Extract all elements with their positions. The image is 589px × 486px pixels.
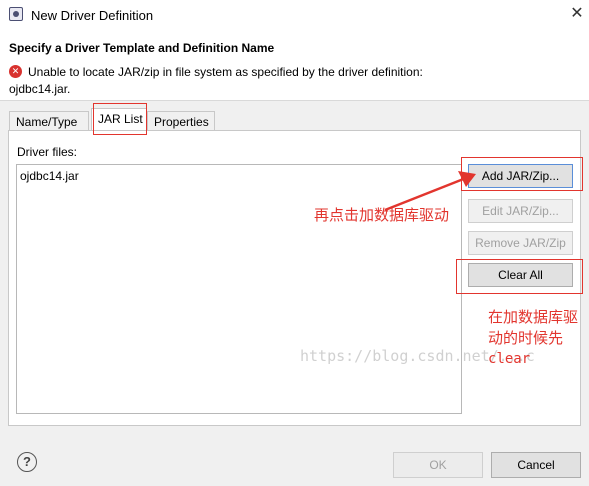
list-item[interactable]: ojdbc14.jar bbox=[20, 169, 79, 183]
error-message-line2: ojdbc14.jar. bbox=[9, 82, 71, 96]
cancel-button[interactable]: Cancel bbox=[491, 452, 581, 478]
dialog-header: Specify a Driver Template and Definition… bbox=[0, 30, 589, 101]
error-message-line1: Unable to locate JAR/zip in file system … bbox=[28, 65, 423, 79]
error-message: Unable to locate JAR/zip in file system … bbox=[9, 64, 468, 96]
ok-button[interactable]: OK bbox=[393, 452, 483, 478]
tab-name-type[interactable]: Name/Type bbox=[9, 111, 89, 131]
edit-jar-button[interactable]: Edit JAR/Zip... bbox=[468, 199, 573, 223]
app-icon bbox=[9, 7, 23, 21]
annotation-clear-note: 在加数据库驱 动的时候先 clear bbox=[488, 307, 578, 370]
driver-files-list[interactable]: ojdbc14.jar bbox=[16, 164, 462, 414]
annotation-box-clear-button bbox=[456, 259, 583, 294]
dialog-footer: ? OK Cancel bbox=[0, 434, 589, 486]
page-heading: Specify a Driver Template and Definition… bbox=[9, 41, 275, 55]
annotation-box-add-button bbox=[461, 157, 583, 191]
close-icon[interactable]: ✕ bbox=[568, 4, 586, 24]
help-icon[interactable]: ? bbox=[17, 452, 37, 472]
title-bar: New Driver Definition ✕ bbox=[0, 0, 589, 30]
annotation-clear-note-line3: clear bbox=[488, 351, 531, 367]
tab-properties[interactable]: Properties bbox=[147, 111, 215, 131]
error-icon: ✕ bbox=[9, 65, 22, 78]
annotation-box-jar-tab bbox=[93, 103, 147, 135]
annotation-add-note: 再点击加数据库驱动 bbox=[314, 206, 450, 224]
driver-files-label: Driver files: bbox=[17, 145, 78, 159]
annotation-clear-note-line1: 在加数据库驱 bbox=[488, 308, 579, 326]
remove-jar-button[interactable]: Remove JAR/Zip bbox=[468, 231, 573, 255]
annotation-clear-note-line2: 动的时候先 bbox=[488, 329, 564, 347]
window-title: New Driver Definition bbox=[31, 8, 154, 23]
